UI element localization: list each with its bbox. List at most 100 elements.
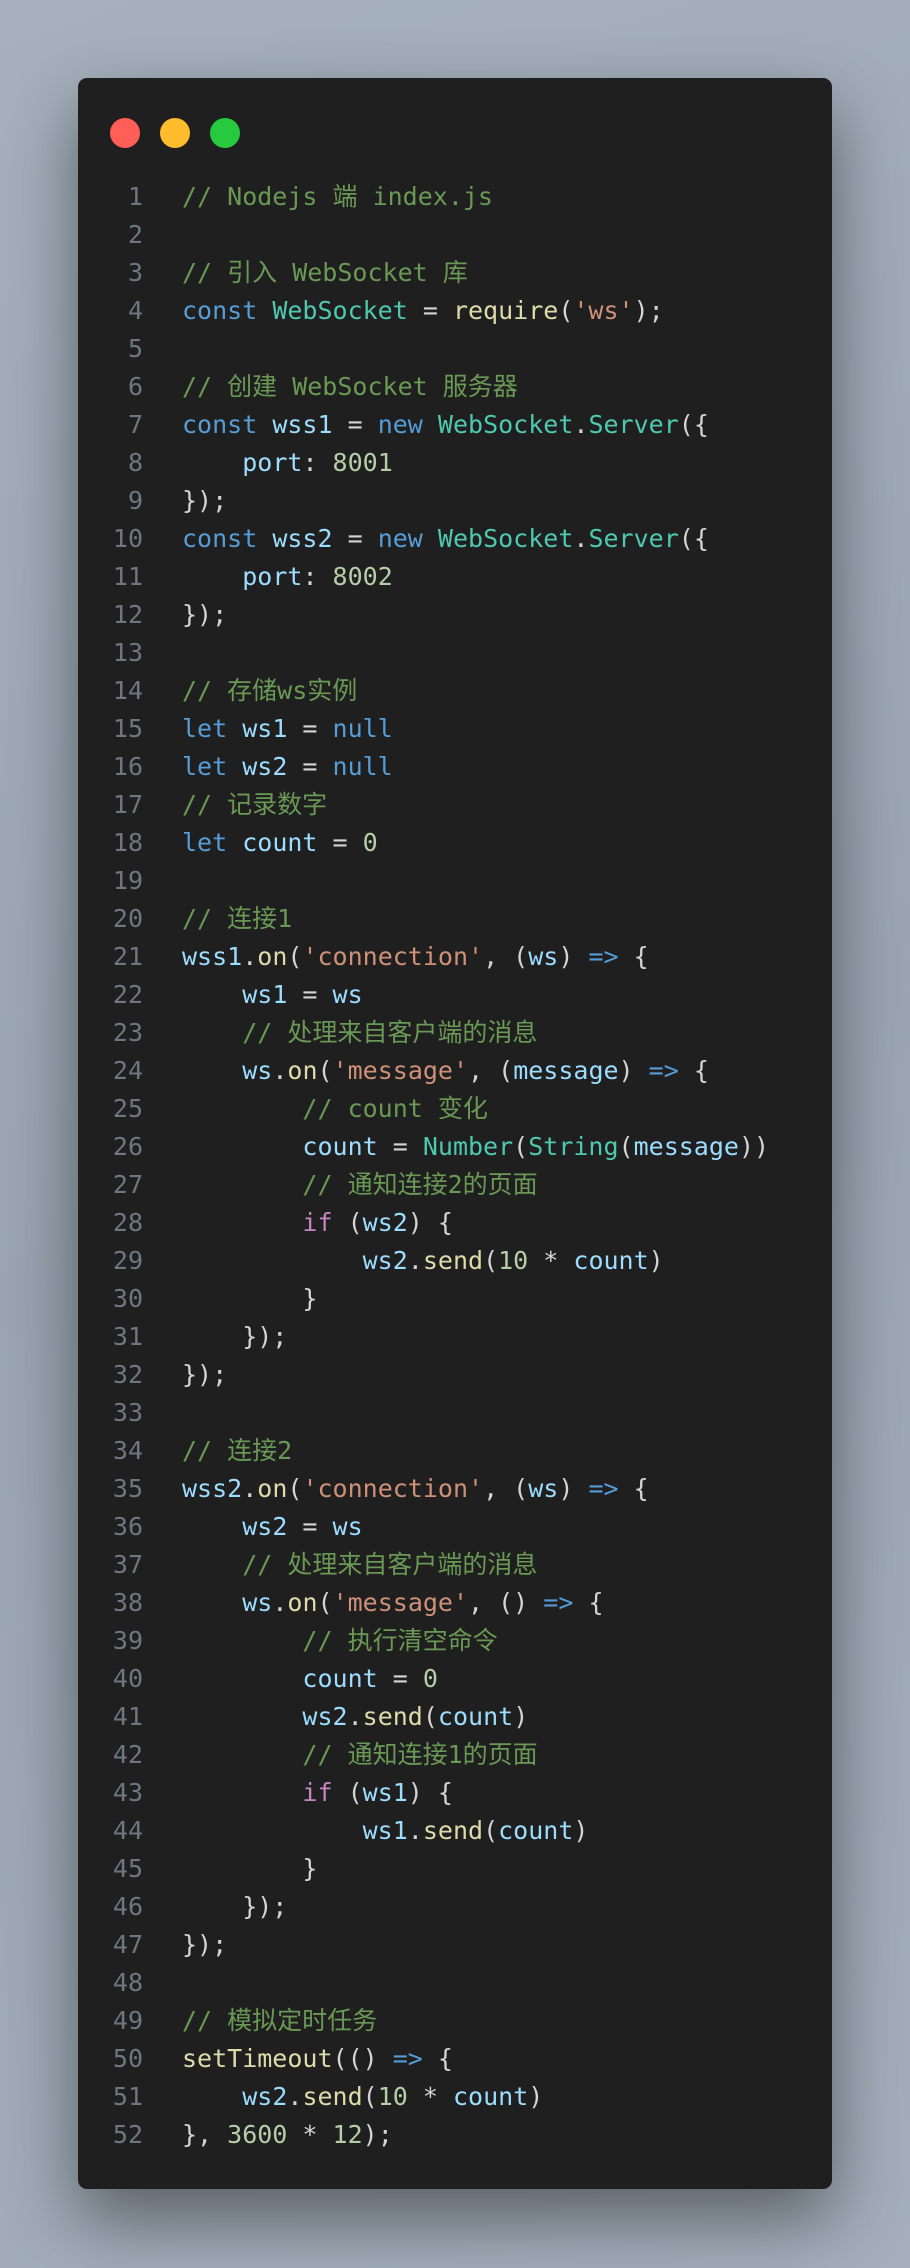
token-keyword: => xyxy=(648,1056,679,1085)
line-number: 24 xyxy=(112,1056,143,1085)
token-punctuation: = xyxy=(332,524,378,553)
line-text: // 存储ws实例 xyxy=(182,672,357,710)
code-line: 44 ws1.send(count) xyxy=(78,1812,769,1850)
token-punctuation: . xyxy=(573,410,589,439)
token-keyword: const xyxy=(182,410,258,439)
line-text: }); xyxy=(182,596,227,634)
token-string: 'message' xyxy=(332,1588,469,1617)
code-line: 23 // 处理来自客户端的消息 xyxy=(78,1014,769,1052)
line-text: ws2.send(10 * count) xyxy=(182,2078,543,2116)
line-number: 21 xyxy=(112,942,143,971)
line-number: 19 xyxy=(112,866,143,895)
token-keyword: => xyxy=(588,1474,619,1503)
token-punctuation: }); xyxy=(182,1360,228,1389)
token-punctuation: , ( xyxy=(468,1056,514,1085)
token-punctuation: . xyxy=(242,1474,258,1503)
maximize-dot-icon xyxy=(210,118,240,148)
line-number: 11 xyxy=(112,562,143,591)
token-punctuation: = xyxy=(377,1664,423,1693)
line-text: // count 变化 xyxy=(182,1090,487,1128)
line-number: 15 xyxy=(112,714,143,743)
token-keyword: let xyxy=(182,714,228,743)
token-punctuation xyxy=(257,410,272,439)
line-number: 45 xyxy=(112,1854,143,1883)
token-punctuation: ( xyxy=(287,1474,303,1503)
token-variable: count xyxy=(452,2082,529,2111)
token-punctuation: , () xyxy=(468,1588,544,1617)
line-number: 22 xyxy=(112,980,143,1009)
token-punctuation xyxy=(182,1626,302,1655)
token-punctuation: . xyxy=(272,1588,288,1617)
token-punctuation xyxy=(182,1778,302,1807)
line-text: count = Number(String(message)) xyxy=(182,1128,769,1166)
token-punctuation: ( xyxy=(332,1778,363,1807)
token-keyword: const xyxy=(182,296,258,325)
line-text: // 执行清空命令 xyxy=(182,1622,497,1660)
line-number: 18 xyxy=(112,828,143,857)
token-punctuation: ( xyxy=(483,1246,499,1275)
token-punctuation: * xyxy=(287,2120,333,2149)
line-number: 28 xyxy=(112,1208,143,1237)
token-punctuation: ); xyxy=(362,2120,393,2149)
token-number: 8002 xyxy=(332,562,393,591)
line-number: 26 xyxy=(112,1132,143,1161)
token-variable: wss2 xyxy=(182,1474,243,1503)
token-variable: ws2 xyxy=(362,1246,408,1275)
token-function-name: on xyxy=(287,1056,318,1085)
token-comment: // 通知连接2的页面 xyxy=(302,1170,538,1199)
token-variable: ws1 xyxy=(362,1778,408,1807)
token-punctuation xyxy=(182,1056,242,1085)
token-punctuation: ( xyxy=(317,1056,333,1085)
token-function-name: send xyxy=(302,2082,363,2111)
line-text: // 处理来自客户端的消息 xyxy=(182,1014,537,1052)
code-line: 8 port: 8001 xyxy=(78,444,769,482)
code-line: 47}); xyxy=(78,1926,769,1964)
code-line: 18 let count = 0 xyxy=(78,824,769,862)
token-punctuation: = xyxy=(317,828,363,857)
token-punctuation: ) xyxy=(528,2082,544,2111)
token-punctuation: }); xyxy=(182,1930,228,1959)
token-punctuation: { xyxy=(618,1474,649,1503)
line-text: ws2 = ws xyxy=(182,1508,362,1546)
code-line: 10 const wss2 = new WebSocket.Server({ xyxy=(78,520,769,558)
token-punctuation: }); xyxy=(182,486,228,515)
line-number: 13 xyxy=(112,638,143,667)
line-number: 9 xyxy=(127,486,143,515)
token-punctuation xyxy=(257,524,272,553)
token-punctuation: . xyxy=(407,1246,423,1275)
token-number: 8001 xyxy=(332,448,393,477)
token-class-name: Number xyxy=(422,1132,514,1161)
token-variable: ws2 xyxy=(242,752,288,781)
token-function-name: send xyxy=(362,1702,423,1731)
token-punctuation: ({ xyxy=(678,524,709,553)
line-number: 27 xyxy=(112,1170,143,1199)
token-punctuation xyxy=(182,1170,302,1199)
code-line: 11 port: 8002 xyxy=(78,558,769,596)
token-punctuation xyxy=(182,448,242,477)
line-number: 34 xyxy=(112,1436,143,1465)
line-number: 44 xyxy=(112,1816,143,1845)
code-line: 2 xyxy=(78,216,769,254)
token-comment: // 连接1 xyxy=(182,904,293,933)
token-punctuation: { xyxy=(618,942,649,971)
token-punctuation: . xyxy=(573,524,589,553)
code-line: 51 ws2.send(10 * count) xyxy=(78,2078,769,2116)
line-text: // 处理来自客户端的消息 xyxy=(182,1546,537,1584)
code-line: 14 // 存储ws实例 xyxy=(78,672,769,710)
token-function-name: send xyxy=(422,1816,484,1845)
token-punctuation xyxy=(182,980,242,1009)
token-string: 'connection' xyxy=(302,1474,484,1503)
line-text: ws.on('message', () => { xyxy=(182,1584,603,1622)
token-punctuation: ( xyxy=(287,942,303,971)
code-line: 52}, 3600 * 12); xyxy=(78,2116,769,2154)
code-line: 7 const wss1 = new WebSocket.Server({ xyxy=(78,406,769,444)
code-line: 12}); xyxy=(78,596,769,634)
token-punctuation: }); xyxy=(182,600,228,629)
code-line: 20 // 连接1 xyxy=(78,900,769,938)
token-class-name: Server xyxy=(588,410,679,439)
token-punctuation xyxy=(182,1246,363,1275)
line-text: wss2.on('connection', (ws) => { xyxy=(182,1470,649,1508)
code-line: 32}); xyxy=(78,1356,769,1394)
line-number: 31 xyxy=(112,1322,143,1351)
token-class-name: WebSocket xyxy=(272,296,408,325)
